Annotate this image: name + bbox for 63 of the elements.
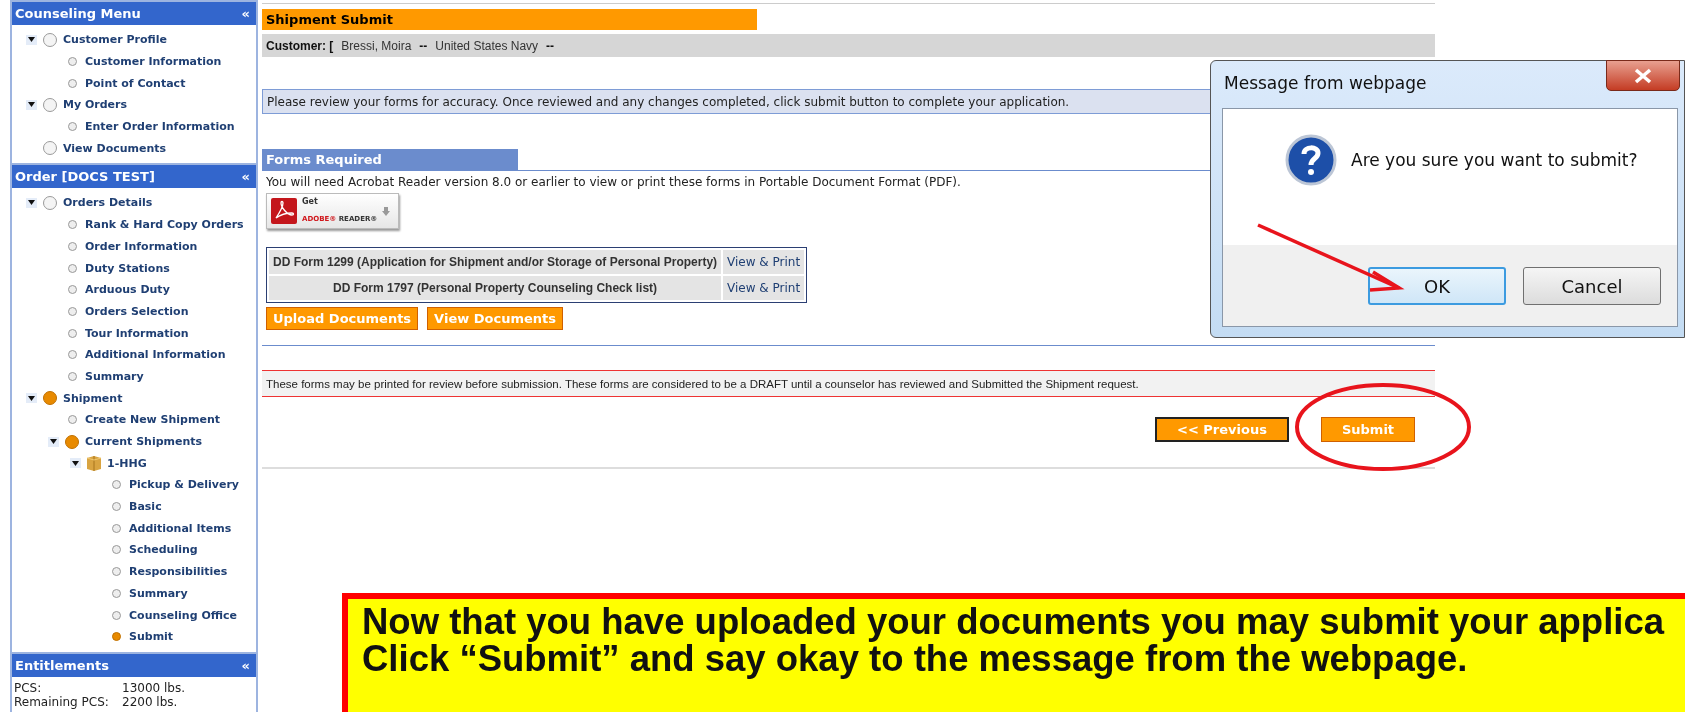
- form-name-cell: DD Form 1797 (Personal Property Counseling Check list): [269, 276, 722, 300]
- menu-link[interactable]: Orders Selection: [85, 304, 189, 318]
- menu-link[interactable]: Customer Information: [85, 55, 222, 69]
- entitlement-value: 13000 lbs.: [122, 680, 186, 695]
- close-button[interactable]: [1606, 60, 1680, 91]
- menu-link[interactable]: 1-HHG: [107, 456, 147, 470]
- section-title: Entitlements: [15, 657, 109, 673]
- expand-toggle-icon[interactable]: [70, 458, 81, 469]
- dialog-button[interactable]: OK: [1368, 267, 1506, 305]
- menu-link[interactable]: Order Information: [85, 239, 198, 253]
- menu-link[interactable]: Tour Information: [85, 326, 189, 340]
- page-title: Shipment Submit: [262, 9, 757, 30]
- separator: --: [546, 38, 555, 53]
- menu-link[interactable]: Shipment: [63, 391, 123, 405]
- dialog-button[interactable]: Cancel: [1523, 267, 1661, 305]
- menu-link[interactable]: Summary: [85, 369, 144, 383]
- customer-label: Customer: [: [266, 38, 334, 53]
- menu-link[interactable]: Duty Stations: [85, 261, 170, 275]
- menu-link[interactable]: Basic: [129, 500, 162, 514]
- expand-toggle-icon[interactable]: [48, 436, 59, 447]
- menu-link[interactable]: Summary: [129, 586, 188, 600]
- close-icon: [1633, 67, 1653, 84]
- menu-link[interactable]: Orders Details: [63, 196, 153, 210]
- section-title: Order [DOCS TEST]: [15, 169, 155, 185]
- menu-link[interactable]: Enter Order Information: [85, 120, 235, 134]
- expand-toggle-icon[interactable]: [26, 99, 37, 110]
- expand-toggle-icon[interactable]: [26, 393, 37, 404]
- menu-link[interactable]: Create New Shipment: [85, 413, 220, 427]
- menu-link[interactable]: My Orders: [63, 98, 128, 112]
- separator: --: [419, 38, 428, 53]
- pdf-icon: [271, 198, 297, 224]
- menu-link[interactable]: Responsibilities: [129, 565, 228, 579]
- section-header-title: Forms Required: [262, 149, 518, 170]
- menu-link[interactable]: Additional Items: [129, 521, 232, 535]
- download-icon: [382, 206, 391, 216]
- menu-link[interactable]: Additional Information: [85, 348, 226, 362]
- expand-toggle-icon[interactable]: [26, 34, 37, 45]
- expand-toggle-icon[interactable]: [26, 197, 37, 208]
- menu-link[interactable]: Point of Contact: [85, 76, 186, 90]
- callout-text: Now that you have uploaded your documents you may submit your applica: [362, 603, 1665, 640]
- draft-notice: These forms may be printed for review before submission. These forms are considered to be a DRAFT until a counselor has reviewed and Submitted the Shipment request.: [262, 370, 1435, 397]
- reader-note: You will need Acrobat Reader version 8.0 or earlier to view or print these forms in Portable Document Format (PDF).: [266, 175, 962, 189]
- menu-link[interactable]: Arduous Duty: [85, 283, 170, 297]
- menu-link[interactable]: Pickup & Delivery: [129, 478, 239, 492]
- menu-link[interactable]: Current Shipments: [85, 435, 203, 449]
- section-title: Counseling Menu: [15, 6, 141, 21]
- entitlement-label: PCS:: [14, 680, 43, 695]
- menu-link[interactable]: Customer Profile: [63, 33, 167, 47]
- collapse-button[interactable]: «: [241, 6, 250, 21]
- entitlement-value: 2200 lbs.: [122, 694, 179, 709]
- form-name-cell: DD Form 1299 (Application for Shipment and/or Storage of Personal Property): [269, 250, 722, 274]
- dialog-message: Are you sure you want to submit?: [1351, 150, 1638, 170]
- menu-link[interactable]: View Documents: [63, 141, 167, 155]
- menu-link[interactable]: Rank & Hard Copy Orders: [85, 218, 244, 232]
- menu-link[interactable]: Counseling Office: [129, 608, 237, 622]
- customer-name: Bressi, Moira: [341, 38, 412, 53]
- collapse-button[interactable]: «: [241, 169, 250, 185]
- collapse-button[interactable]: «: [241, 657, 250, 673]
- question-icon: [1285, 134, 1337, 186]
- menu-link[interactable]: Scheduling: [129, 543, 198, 557]
- menu-link[interactable]: Submit: [129, 630, 174, 644]
- entitlement-label: Remaining PCS:: [14, 694, 110, 709]
- customer-branch: United States Navy: [435, 38, 539, 53]
